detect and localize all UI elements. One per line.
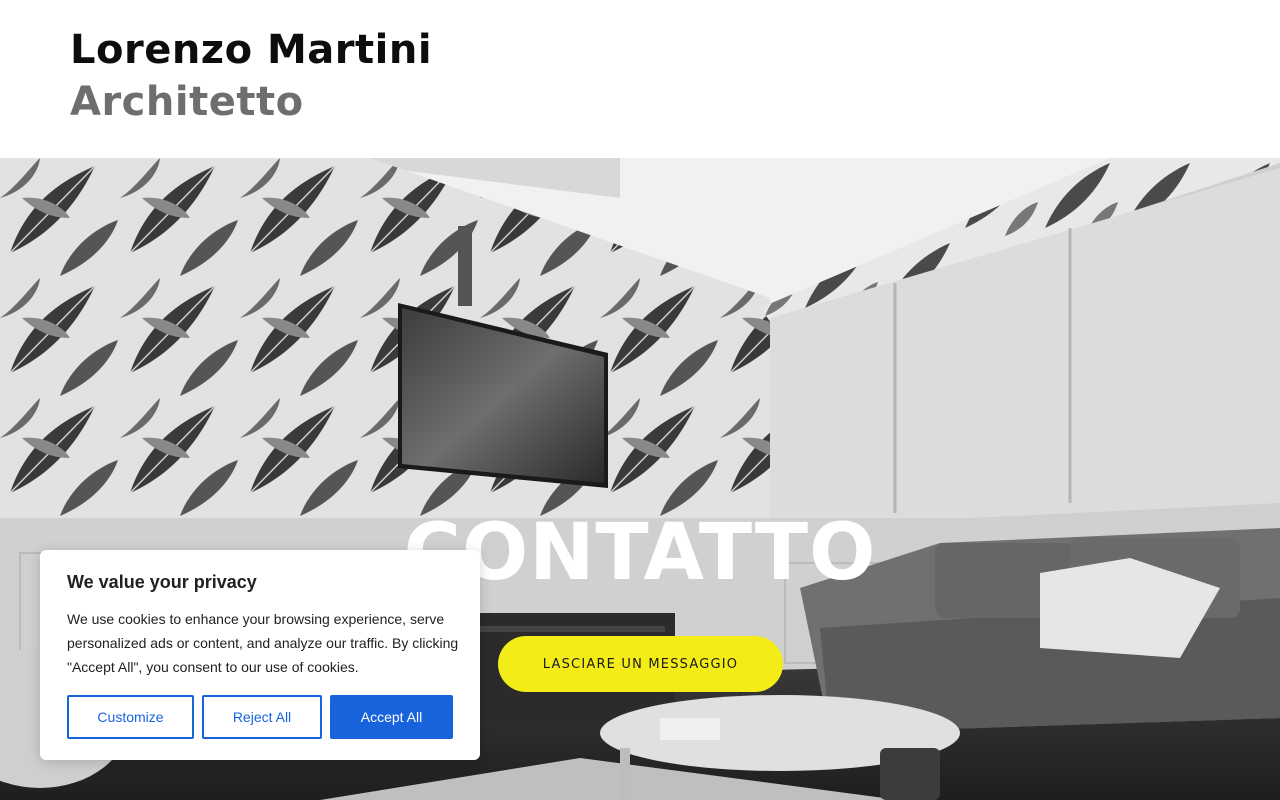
reject-all-button[interactable]: Reject All [202, 695, 322, 739]
leave-message-button[interactable]: LASCIARE UN MESSAGGIO [498, 636, 783, 692]
brand-role: Architetto [70, 79, 304, 125]
cookie-consent-banner: We value your privacy We use cookies to … [40, 550, 480, 760]
brand-name[interactable]: Lorenzo Martini [70, 26, 432, 74]
cookie-banner-title: We value your privacy [67, 572, 257, 592]
accept-all-button[interactable]: Accept All [330, 695, 453, 739]
site-header: Lorenzo Martini Architetto [0, 0, 1280, 158]
cookie-banner-text: We use cookies to enhance your browsing … [67, 611, 459, 675]
customize-button[interactable]: Customize [67, 695, 194, 739]
